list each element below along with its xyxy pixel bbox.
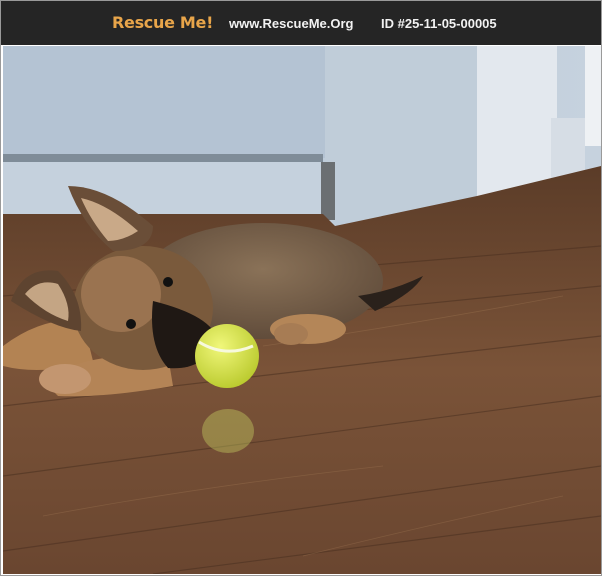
- pet-photo: [3, 46, 601, 574]
- brand-logo[interactable]: Rescue Me!: [112, 13, 213, 32]
- listing-frame: Rescue Me! www.RescueMe.Org ID #25-11-05…: [0, 0, 602, 576]
- listing-id: ID #25-11-05-00005: [381, 16, 497, 31]
- pet-photo-image: [3, 46, 601, 574]
- site-url-link[interactable]: www.RescueMe.Org: [229, 16, 354, 31]
- site-header: Rescue Me! www.RescueMe.Org ID #25-11-05…: [1, 1, 601, 45]
